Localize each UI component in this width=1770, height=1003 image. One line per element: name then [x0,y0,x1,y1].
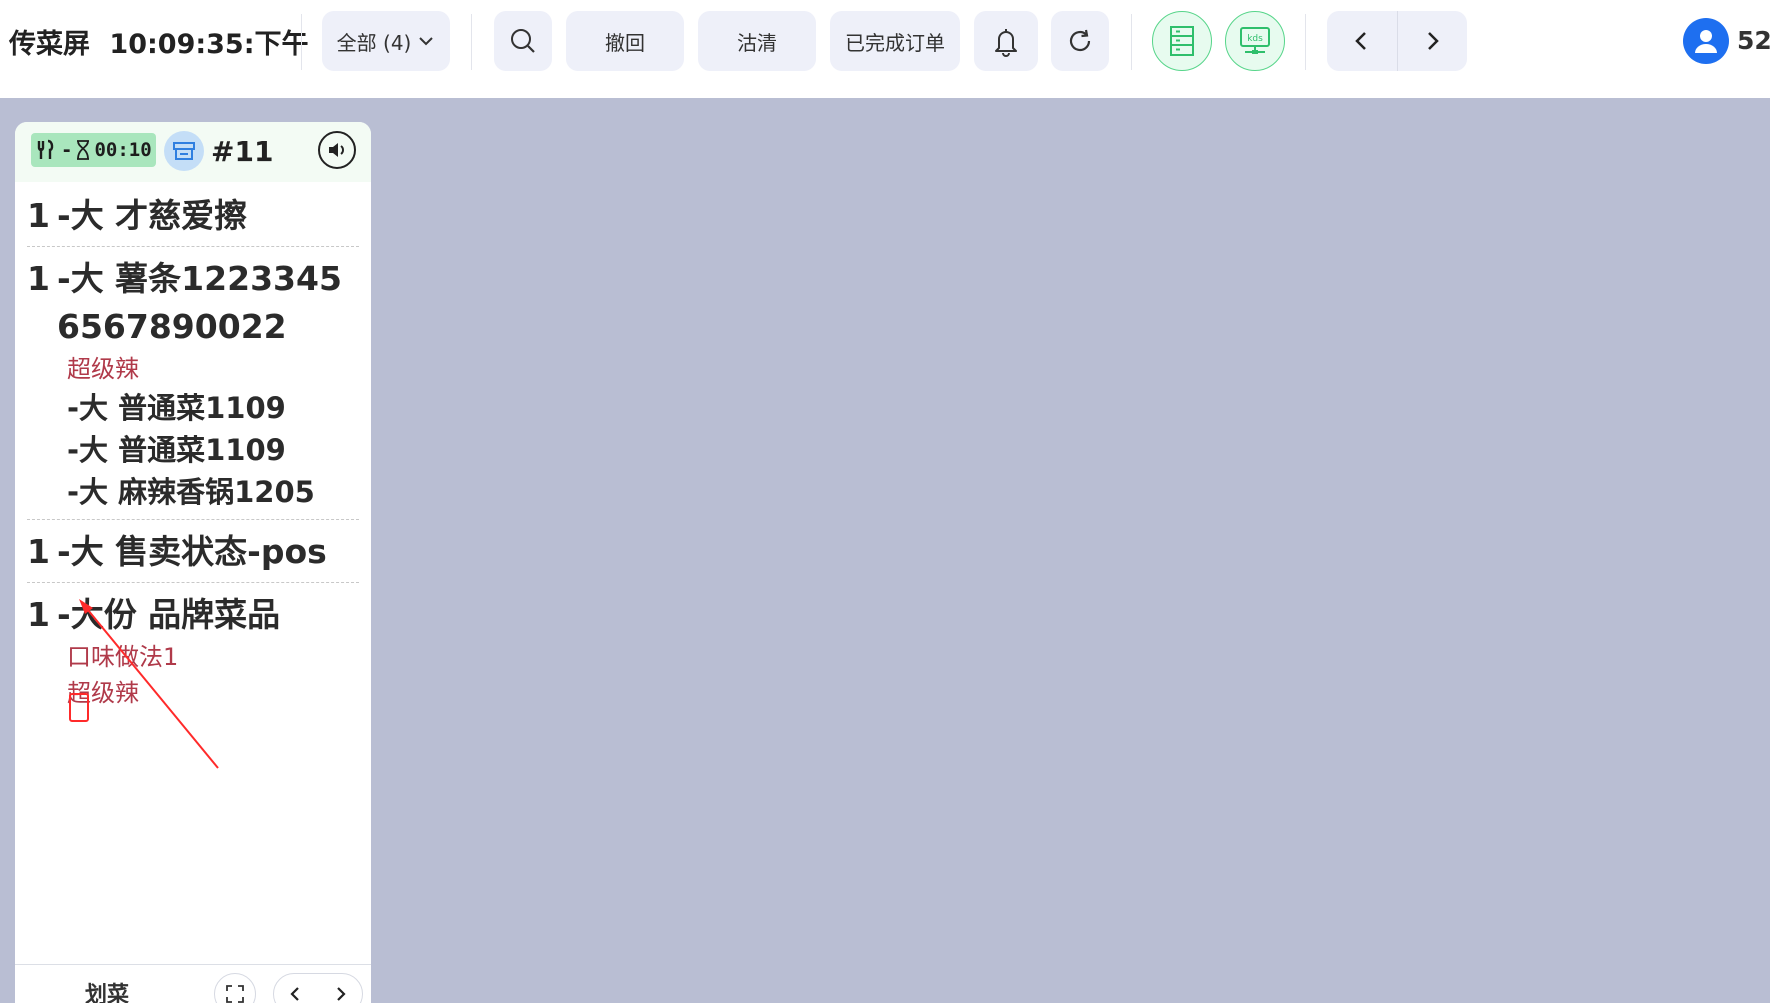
bell-icon [995,29,1017,57]
separator [1131,14,1132,70]
order-items: 1 -大 才慈爱擦 1 -大 薯条12233456567890022 超级辣 -大 普通菜… [27,192,359,725]
sold-out-button[interactable]: 沽清 [698,11,816,71]
order-item[interactable]: 1 -大 薯条12233456567890022 超级辣 -大 普通菜1109 -大 普… [27,255,359,520]
chevron-right-icon [1428,32,1440,50]
separator [1305,14,1306,70]
notification-button[interactable] [974,11,1038,71]
order-card-header: - 00:10 #11 [15,122,371,182]
hourglass-icon [77,140,90,160]
item-line: 1 -大份 品牌菜品 [27,591,359,639]
annotation-highlight-box [69,693,89,722]
user-icon [1695,30,1717,53]
kds-monitor-icon: kds [1240,27,1270,54]
screen-name: 传菜屏 [9,29,90,60]
completed-orders-label: 已完成订单 [845,30,945,55]
recall-label: 撤回 [605,30,645,55]
kds-text: kds [1247,34,1263,44]
speaker-button[interactable] [318,131,356,169]
kds-button[interactable]: kds [1225,11,1285,71]
sub-item: -大 麻辣香锅1205 [67,475,315,509]
search-button[interactable] [494,11,552,71]
item-quantity: 1 [27,259,50,298]
recall-button[interactable]: 撤回 [566,11,684,71]
filter-label: 全部 (4) [336,30,412,55]
clock: 10:09:35:下午 [109,29,309,60]
sold-out-label: 沽清 [737,30,777,55]
card-nav [273,973,363,1003]
sub-item: -大 普通菜1109 [67,433,286,467]
search-icon [511,29,535,53]
chevron-right-icon [337,987,346,1001]
next-page-button[interactable] [1398,11,1468,71]
item-line: 1 -大 售卖状态-pos [27,528,359,576]
top-toolbar: 传菜屏 10:09:35:下午 全部 (4) 撤回 沽清 已完成订单 kds 5… [0,0,1770,98]
user-id: 520 [1737,26,1770,55]
order-item[interactable]: 1 -大 才慈爱擦 [27,192,359,247]
speaker-icon [329,143,344,157]
item-name: -大份 品牌菜品 [57,595,281,634]
store-icon [164,131,204,171]
item-modifier: 超级辣 [67,355,139,383]
expand-icon [226,985,244,1003]
prev-page-button[interactable] [1327,11,1397,71]
timer-badge: - 00:10 [31,133,156,167]
order-card-footer: 划菜 [15,964,371,1003]
card-prev-button[interactable] [274,974,318,1003]
refresh-button[interactable] [1051,11,1109,71]
item-quantity: 1 [27,595,50,634]
item-name: -大 才慈爱擦 [57,196,248,235]
serve-dish-button[interactable]: 划菜 [85,977,129,1003]
dash: - [61,139,73,161]
separator [301,14,302,70]
expand-button[interactable] [214,973,256,1003]
sub-item: -大 普通菜1109 [67,391,286,425]
chevron-left-icon [1354,32,1366,50]
avatar[interactable] [1683,18,1729,64]
completed-orders-button[interactable]: 已完成订单 [830,11,960,71]
item-modifier: 口味做法1 [67,643,179,671]
order-card[interactable]: - 00:10 #11 1 -大 才慈爱擦 1 -大 薯条12233456567890… [15,122,371,1003]
refresh-icon [1069,29,1091,52]
separator [471,14,472,70]
utensils-icon [37,139,54,159]
server-list-icon [1170,26,1194,56]
item-quantity: 1 [27,532,50,571]
chevron-down-icon [419,37,434,46]
screen-title: 传菜屏 10:09:35:下午 [9,22,309,61]
item-name: -大 售卖状态-pos [57,532,327,571]
item-line: 1 -大 才慈爱擦 [27,192,359,240]
item-name: -大 薯条12233456567890022 [57,259,342,346]
filter-dropdown[interactable]: 全部 (4) [322,11,450,71]
item-quantity: 1 [27,196,50,235]
layout-toggle-button[interactable] [1152,11,1212,71]
chevron-left-icon [290,987,299,1001]
page-nav [1327,11,1467,71]
order-number: #11 [211,135,274,168]
order-item[interactable]: 1 -大 售卖状态-pos [27,528,359,583]
timer-value: 00:10 [94,139,152,161]
card-next-button[interactable] [318,974,362,1003]
item-line: 1 -大 薯条12233456567890022 [27,255,359,351]
